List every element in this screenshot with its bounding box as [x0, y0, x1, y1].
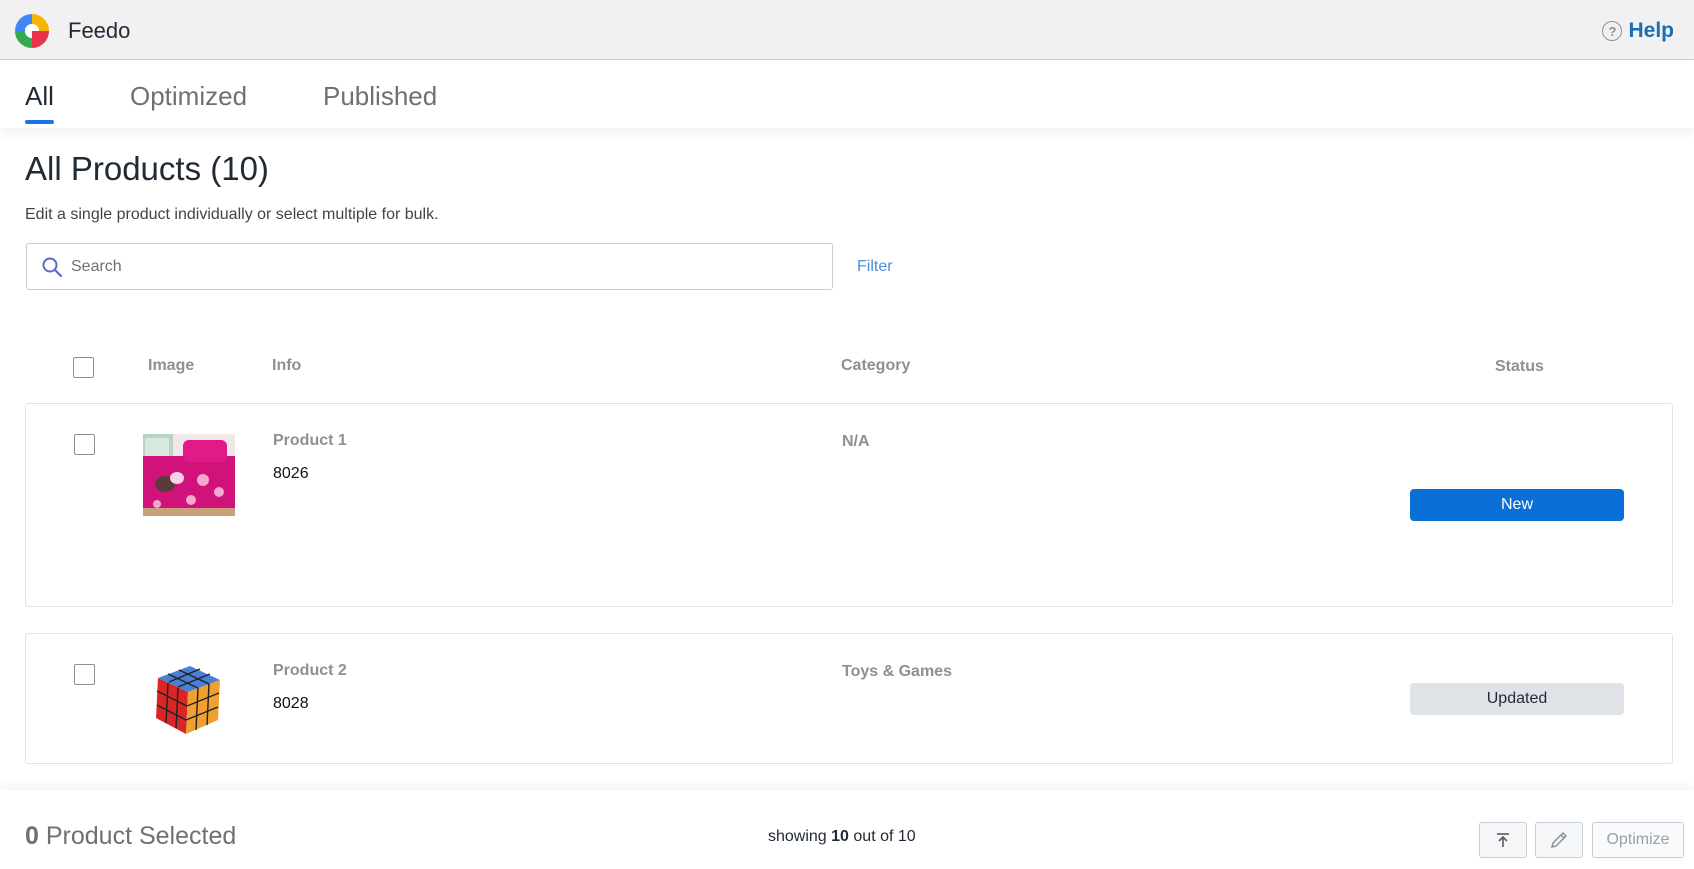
- search-box: [26, 243, 833, 290]
- upload-icon: [1497, 833, 1509, 847]
- export-button[interactable]: [1479, 822, 1527, 858]
- tab-published[interactable]: Published: [323, 81, 437, 122]
- tab-bar: All Optimized Published: [0, 61, 1694, 128]
- pencil-icon: [1550, 831, 1568, 849]
- selected-count-label: Product Selected: [45, 822, 237, 850]
- product-category: N/A: [842, 433, 870, 450]
- product-category: Toys & Games: [842, 663, 952, 680]
- product-sku: 8028: [273, 695, 309, 712]
- product-name[interactable]: Product 2: [273, 662, 347, 680]
- help-link[interactable]: ? Help: [1602, 19, 1674, 43]
- column-header-image: Image: [148, 357, 195, 374]
- showing-prefix: showing: [768, 828, 827, 845]
- bedsheet-image: [143, 434, 235, 516]
- status-badge: Updated: [1410, 683, 1624, 715]
- row-checkbox[interactable]: [74, 664, 95, 685]
- product-name[interactable]: Product 1: [273, 432, 347, 450]
- showing-mid: out of: [853, 828, 894, 845]
- pagination-summary: showing 10 out of 10: [768, 828, 916, 846]
- table-row[interactable]: Product 1 8026 N/A New: [25, 403, 1673, 607]
- page-subtitle: Edit a single product individually or se…: [25, 206, 439, 223]
- filter-link[interactable]: Filter: [857, 258, 893, 276]
- tab-all[interactable]: All: [25, 81, 54, 124]
- tab-optimized[interactable]: Optimized: [130, 81, 247, 122]
- rubiks-cube-image: [156, 666, 220, 734]
- column-header-status: Status: [1495, 358, 1544, 375]
- search-input[interactable]: [71, 257, 771, 276]
- optimize-button[interactable]: Optimize: [1592, 822, 1684, 858]
- row-checkbox[interactable]: [74, 434, 95, 455]
- search-icon: [42, 257, 63, 277]
- selected-count: 0 Product Selected: [25, 822, 236, 851]
- top-bar: Feedo ? Help: [0, 0, 1694, 60]
- selected-count-number: 0: [25, 822, 39, 850]
- footer-bar: 0 Product Selected showing 10 out of 10 …: [0, 790, 1694, 869]
- select-all-checkbox[interactable]: [73, 357, 94, 378]
- table-row[interactable]: Product 2 8028 Toys & Games Updated: [25, 633, 1673, 764]
- help-label: Help: [1628, 19, 1674, 42]
- product-sku: 8026: [273, 465, 309, 482]
- showing-total: 10: [897, 828, 916, 845]
- edit-button[interactable]: [1535, 822, 1583, 858]
- app-title: Feedo: [68, 18, 131, 43]
- showing-count: 10: [831, 828, 849, 845]
- status-badge: New: [1410, 489, 1624, 521]
- question-circle-icon: ?: [1602, 21, 1623, 41]
- column-header-category: Category: [841, 357, 911, 374]
- column-header-info: Info: [272, 357, 302, 374]
- feedo-logo-icon: [15, 14, 49, 48]
- page-title: All Products (10): [25, 150, 269, 187]
